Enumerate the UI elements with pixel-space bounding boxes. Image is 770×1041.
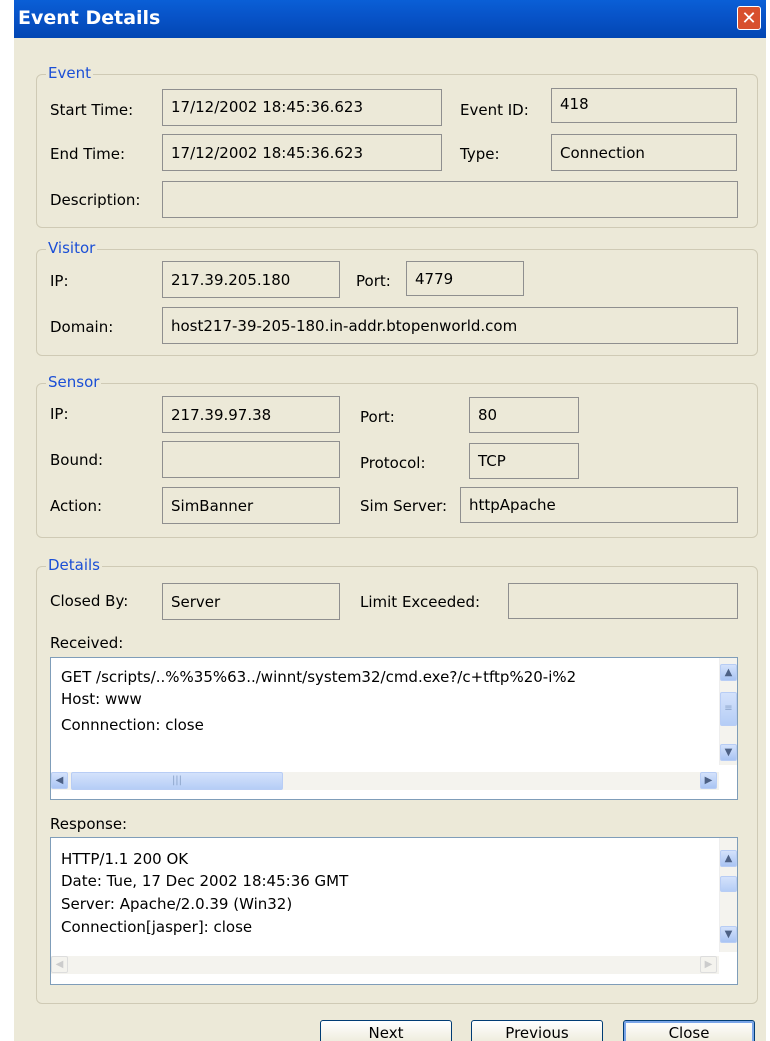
description-field[interactable]: [162, 181, 738, 218]
scroll-left-icon[interactable]: ◀: [51, 956, 68, 973]
next-button[interactable]: Next: [320, 1020, 452, 1041]
received-vertical-scrollbar[interactable]: ▲ ≡ ▼: [719, 658, 737, 765]
closed-by-label: Closed By:: [50, 592, 129, 610]
response-label: Response:: [50, 815, 128, 833]
visitor-port-label: Port:: [356, 272, 391, 290]
start-time-label: Start Time:: [50, 101, 134, 119]
end-time-label: End Time:: [50, 145, 126, 163]
event-id-label: Event ID:: [460, 101, 529, 119]
vertical-scroll-thumb[interactable]: [720, 876, 737, 892]
type-field[interactable]: Connection: [551, 134, 737, 171]
sensor-port-field[interactable]: 80: [469, 397, 579, 433]
bound-label: Bound:: [50, 451, 104, 469]
visitor-port-field[interactable]: 4779: [406, 261, 524, 296]
scroll-right-icon[interactable]: ▶: [700, 956, 717, 973]
scroll-down-icon[interactable]: ▼: [720, 744, 737, 761]
received-label: Received:: [50, 634, 124, 652]
domain-label: Domain:: [50, 318, 114, 336]
end-time-field[interactable]: 17/12/2002 18:45:36.623: [162, 134, 442, 171]
response-line: Connection[jasper]: close: [61, 918, 253, 936]
scroll-up-icon[interactable]: ▲: [720, 850, 737, 867]
visitor-legend: Visitor: [46, 239, 98, 257]
scroll-up-icon[interactable]: ▲: [720, 664, 737, 681]
action-field[interactable]: SimBanner: [162, 487, 340, 524]
domain-field[interactable]: host217-39-205-180.in-addr.btopenworld.c…: [162, 307, 738, 344]
event-id-field[interactable]: 418: [551, 88, 737, 123]
details-legend: Details: [46, 556, 103, 574]
scroll-down-icon[interactable]: ▼: [720, 926, 737, 943]
type-label: Type:: [460, 145, 500, 163]
title-bar[interactable]: Event Details ✕: [14, 0, 766, 38]
description-label: Description:: [50, 191, 141, 209]
vertical-scroll-thumb[interactable]: ≡: [720, 692, 737, 726]
start-time-field[interactable]: 17/12/2002 18:45:36.623: [162, 89, 442, 126]
response-vertical-scrollbar[interactable]: ▲ ▼: [719, 838, 737, 952]
received-horizontal-scrollbar[interactable]: ◀ ||| ▶: [51, 772, 719, 790]
visitor-ip-label: IP:: [50, 272, 69, 290]
scroll-right-icon[interactable]: ▶: [700, 772, 717, 789]
received-line: Connnection: close: [61, 716, 204, 734]
response-line: Server: Apache/2.0.39 (Win32): [61, 895, 293, 913]
sensor-ip-field[interactable]: 217.39.97.38: [162, 396, 340, 433]
sensor-port-label: Port:: [360, 408, 395, 426]
closed-by-field[interactable]: Server: [162, 583, 340, 620]
response-line: HTTP/1.1 200 OK: [61, 850, 189, 868]
bound-field[interactable]: [162, 441, 340, 478]
response-textarea[interactable]: HTTP/1.1 200 OK Date: Tue, 17 Dec 2002 1…: [50, 837, 738, 985]
protocol-label: Protocol:: [360, 454, 426, 472]
horizontal-scroll-thumb[interactable]: |||: [71, 772, 283, 790]
sim-server-field[interactable]: httpApache: [460, 487, 738, 523]
protocol-field[interactable]: TCP: [469, 443, 579, 479]
action-label: Action:: [50, 497, 103, 515]
sim-server-label: Sim Server:: [360, 497, 448, 515]
event-legend: Event: [46, 64, 93, 82]
sensor-legend: Sensor: [46, 373, 102, 391]
response-horizontal-scrollbar[interactable]: ◀ ▶: [51, 956, 719, 974]
close-icon[interactable]: ✕: [737, 6, 761, 30]
response-line: Date: Tue, 17 Dec 2002 18:45:36 GMT: [61, 872, 349, 890]
window-title: Event Details: [18, 7, 161, 29]
received-textarea[interactable]: GET /scripts/..%%35%63../winnt/system32/…: [50, 657, 738, 800]
scroll-left-icon[interactable]: ◀: [51, 772, 68, 789]
received-line: GET /scripts/..%%35%63../winnt/system32/…: [61, 668, 577, 686]
close-button[interactable]: Close: [623, 1020, 755, 1041]
limit-exceeded-label: Limit Exceeded:: [360, 593, 481, 611]
event-details-window: Event Details ✕ Event Start Time: 17/12/…: [14, 0, 766, 1041]
received-line: Host: www: [61, 690, 142, 708]
previous-button[interactable]: Previous: [471, 1020, 603, 1041]
sensor-ip-label: IP:: [50, 405, 69, 423]
visitor-ip-field[interactable]: 217.39.205.180: [162, 261, 340, 298]
limit-exceeded-field[interactable]: [508, 583, 738, 619]
